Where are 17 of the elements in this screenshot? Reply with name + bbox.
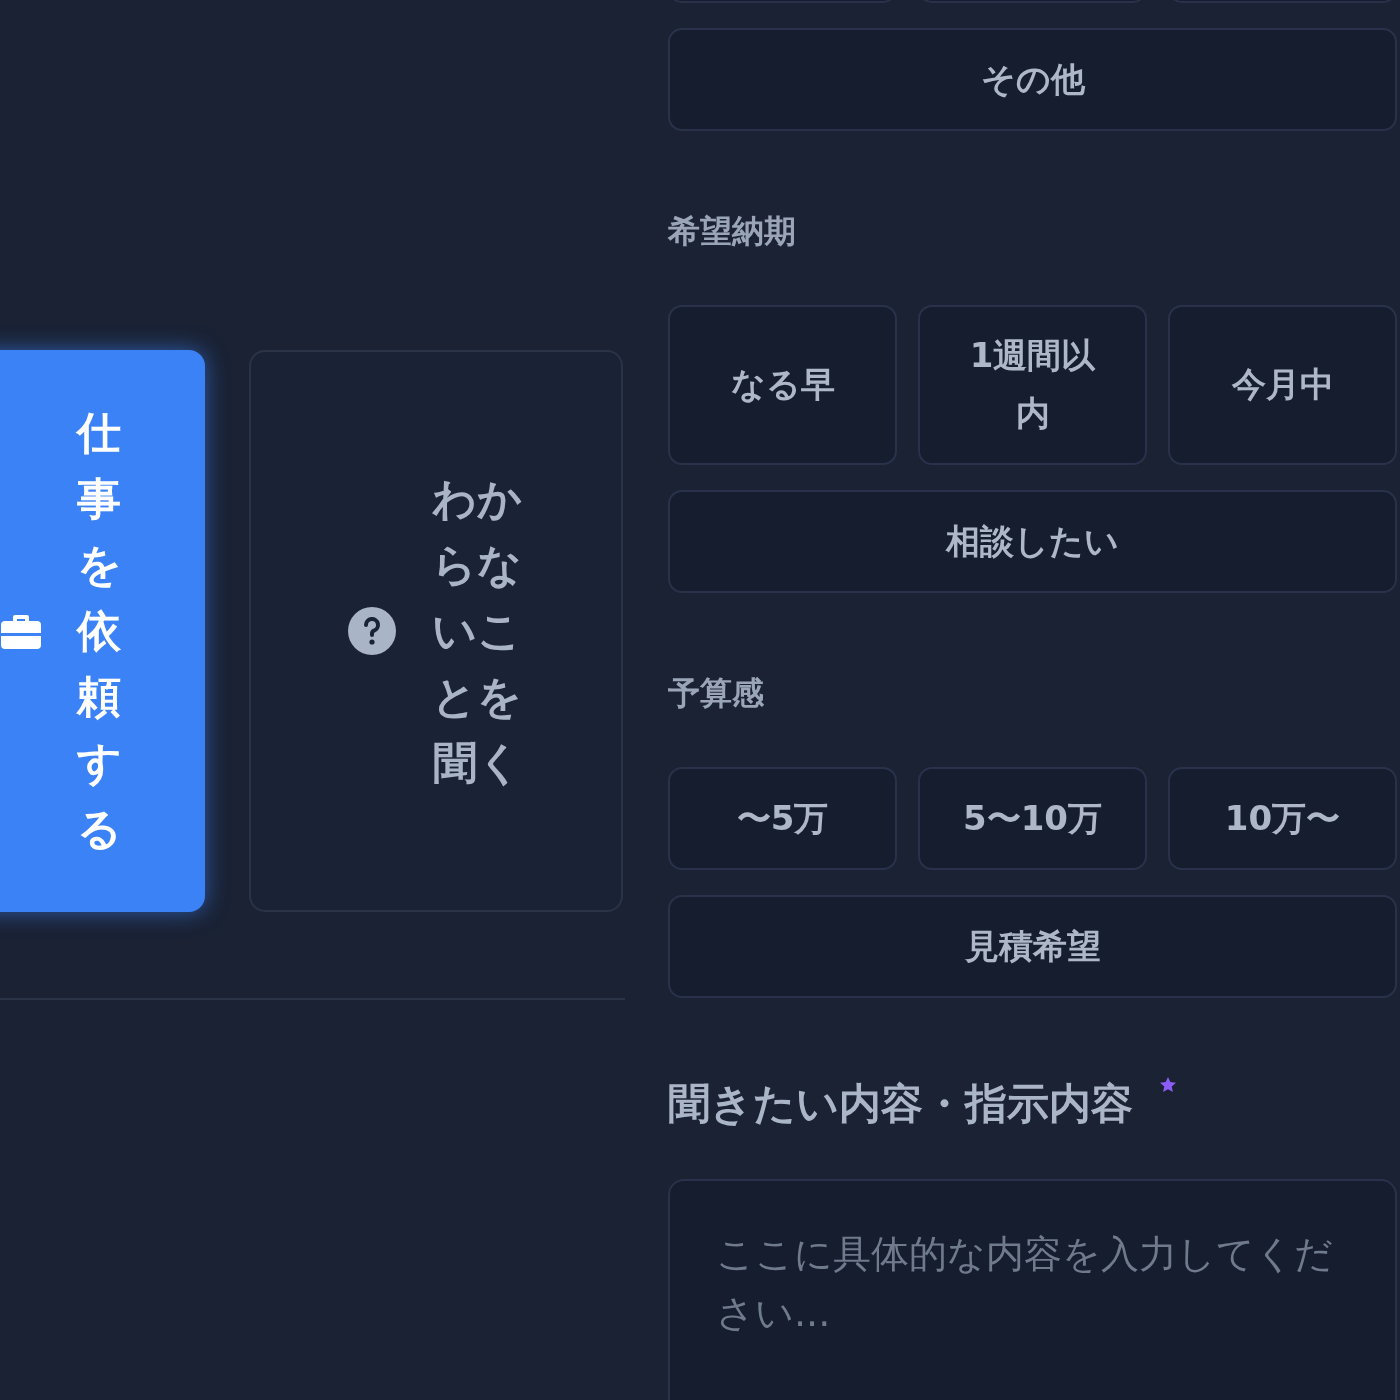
option-button[interactable]: その他: [668, 28, 1397, 131]
field-label: 聞きたい内容・指示内容: [668, 1078, 1133, 1130]
help-icon: [347, 607, 396, 655]
option-button[interactable]: 〜5万: [668, 767, 897, 870]
request-type-button[interactable]: 仕事を依頼する: [0, 350, 205, 912]
option-button[interactable]: 今月中: [1168, 305, 1397, 465]
section-label: 希望納期: [668, 211, 797, 252]
option-button[interactable]: 見積希望: [668, 895, 1397, 998]
briefcase-icon: [1, 613, 42, 649]
option-button[interactable]: なる早: [668, 305, 897, 465]
request-type-button[interactable]: わからないことを聞く: [249, 350, 623, 912]
option-button[interactable]: 5〜10万: [918, 767, 1147, 870]
message-field[interactable]: ここに具体的な内容を入力してください...: [668, 1179, 1397, 1400]
option-button[interactable]: 10万〜: [1168, 767, 1397, 870]
section-label: 予算感: [668, 673, 765, 714]
option-button[interactable]: 相談したい: [668, 490, 1397, 593]
option-button[interactable]: 1週間以内: [918, 305, 1147, 465]
